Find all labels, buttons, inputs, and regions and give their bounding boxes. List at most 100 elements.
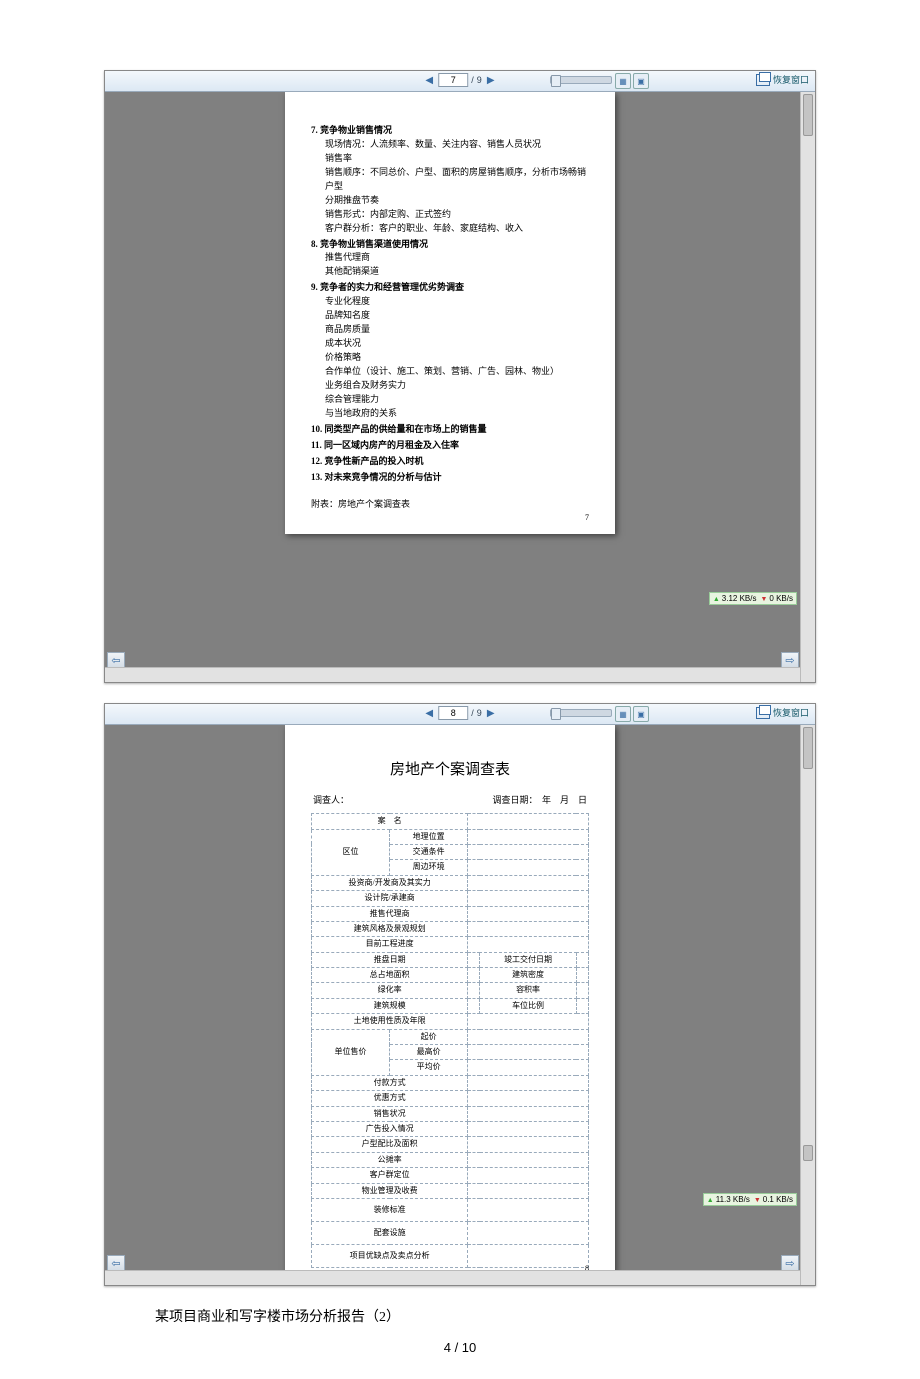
row-label: 周边环境: [390, 860, 468, 875]
next-sheet-nav[interactable]: ⇨: [781, 1255, 799, 1271]
row-label: 项目优缺点及卖点分析: [312, 1244, 468, 1267]
row-value: [468, 968, 480, 983]
row-label: 竣工交付日期: [480, 952, 576, 967]
text-line: 综合管理能力: [325, 393, 589, 407]
chevron-right-icon: ⇨: [781, 652, 799, 668]
page-number-input[interactable]: [438, 706, 468, 720]
row-label: 交通条件: [390, 844, 468, 859]
prev-page-button[interactable]: ◀: [423, 74, 435, 86]
toolbar: ◀ /9 ▶ ▦ ▣ 恢复窗口: [105, 704, 815, 725]
row-label: 建筑规模: [312, 998, 468, 1013]
text-line: 与当地政府的关系: [325, 407, 589, 421]
next-page-button[interactable]: ▶: [485, 74, 497, 86]
zoom-slider[interactable]: [550, 76, 612, 84]
row-label: 建筑密度: [480, 968, 576, 983]
upload-speed: 3.12 KB/s: [713, 594, 757, 603]
doc-viewer-2: ◀ /9 ▶ ▦ ▣ 恢复窗口 房地产个案调查表 调查人： 调查日期： 年 月 …: [104, 703, 816, 1286]
zoom-slider[interactable]: [550, 709, 612, 717]
row-label: 设计院/承建商: [312, 891, 468, 906]
row-label: 地理位置: [390, 829, 468, 844]
row-value: [468, 1137, 589, 1152]
chevron-right-icon: ⇨: [781, 1255, 799, 1271]
row-label: 土地使用性质及年限: [312, 1014, 468, 1029]
row-value: [468, 829, 589, 844]
next-sheet-nav[interactable]: ⇨: [781, 652, 799, 668]
page-number-input[interactable]: [438, 73, 468, 87]
sec-7-title: 7. 竞争物业销售情况: [311, 124, 589, 138]
prev-sheet-nav[interactable]: ⇦: [107, 652, 125, 668]
row-label: 户型配比及面积: [312, 1137, 468, 1152]
row-label: 销售状况: [312, 1106, 468, 1121]
restore-window-button[interactable]: 恢复窗口: [756, 706, 809, 719]
view-mode-2-button[interactable]: ▣: [633, 706, 649, 722]
page-total: 9: [477, 75, 482, 85]
row-value: [468, 937, 589, 952]
row-value: [468, 1075, 589, 1090]
restore-label: 恢复窗口: [773, 706, 809, 719]
row-label: 总占地面积: [312, 968, 468, 983]
row-value: [468, 891, 589, 906]
prev-page-button[interactable]: ◀: [423, 707, 435, 719]
text-line: 专业化程度: [325, 295, 589, 309]
text-line: 成本状况: [325, 337, 589, 351]
text-line: 价格策略: [325, 351, 589, 365]
network-indicator: 11.3 KB/s 0.1 KB/s: [703, 1193, 797, 1206]
page-sep: /: [471, 708, 474, 718]
row-label: 装修标准: [312, 1198, 468, 1221]
row-value: [468, 814, 589, 829]
outer-caption: 某项目商业和写字楼市场分析报告（2）: [155, 1306, 920, 1326]
row-cat: 区位: [312, 829, 390, 875]
page-number: 7: [585, 512, 589, 524]
row-value: [468, 875, 589, 890]
row-value: [468, 1168, 589, 1183]
row-label: 投资商/开发商及其实力: [312, 875, 468, 890]
row-value: [468, 1045, 589, 1060]
page-sep: /: [471, 75, 474, 85]
download-speed: 0 KB/s: [760, 594, 793, 603]
row-label: 配套设施: [312, 1221, 468, 1244]
text-line: 其他配销渠道: [325, 265, 589, 279]
row-label: 推盘日期: [312, 952, 468, 967]
workarea: 房地产个案调查表 调查人： 调查日期： 年 月 日 案 名 区位地理位置 交通条…: [105, 725, 815, 1285]
row-value: [468, 1198, 589, 1221]
restore-icon: [756, 74, 770, 86]
row-value: [468, 1183, 589, 1198]
row-label: 广告投入情况: [312, 1122, 468, 1137]
vertical-scrollbar[interactable]: [800, 92, 815, 682]
outer-page-number: 4 / 10: [0, 1340, 920, 1355]
row-value: [468, 1122, 589, 1137]
surveyor-label: 调查人：: [313, 794, 349, 808]
text-line: 合作单位（设计、施工、策划、营销、广告、园林、物业）: [325, 365, 589, 379]
row-label: 最高价: [390, 1045, 468, 1060]
text-line: 客户群分析：客户的职业、年龄、家庭结构、收入: [325, 222, 589, 236]
row-value: [576, 998, 588, 1013]
row-value: [468, 844, 589, 859]
row-label: 平均价: [390, 1060, 468, 1075]
row-label: 起价: [390, 1029, 468, 1044]
survey-table: 案 名 区位地理位置 交通条件 周边环境 投资商/开发商及其实力 设计院/承建商…: [311, 813, 589, 1268]
row-label: 优惠方式: [312, 1091, 468, 1106]
prev-sheet-nav[interactable]: ⇦: [107, 1255, 125, 1271]
sec-8-title: 8. 竞争物业销售渠道使用情况: [311, 238, 589, 252]
row-value: [468, 998, 480, 1013]
restore-icon: [756, 707, 770, 719]
view-mode-1-button[interactable]: ▦: [615, 706, 631, 722]
date-value: 年 月 日: [542, 795, 587, 805]
row-label: 物业管理及收费: [312, 1183, 468, 1198]
vertical-scrollbar[interactable]: [800, 725, 815, 1285]
sec-12: 12. 竞争性新产品的投入时机: [311, 455, 589, 469]
restore-window-button[interactable]: 恢复窗口: [756, 73, 809, 86]
row-value: [576, 983, 588, 998]
row-cat: 单位售价: [312, 1029, 390, 1075]
view-mode-1-button[interactable]: ▦: [615, 73, 631, 89]
sec-10: 10. 同类型产品的供给量和在市场上的销售量: [311, 423, 589, 437]
text-line: 商品房质量: [325, 323, 589, 337]
horizontal-scrollbar[interactable]: [105, 667, 801, 682]
horizontal-scrollbar[interactable]: [105, 1270, 801, 1285]
next-page-button[interactable]: ▶: [485, 707, 497, 719]
row-value: [468, 952, 480, 967]
row-value: [468, 983, 480, 998]
chevron-left-icon: ⇦: [107, 1255, 125, 1271]
view-mode-2-button[interactable]: ▣: [633, 73, 649, 89]
chevron-left-icon: ⇦: [107, 652, 125, 668]
